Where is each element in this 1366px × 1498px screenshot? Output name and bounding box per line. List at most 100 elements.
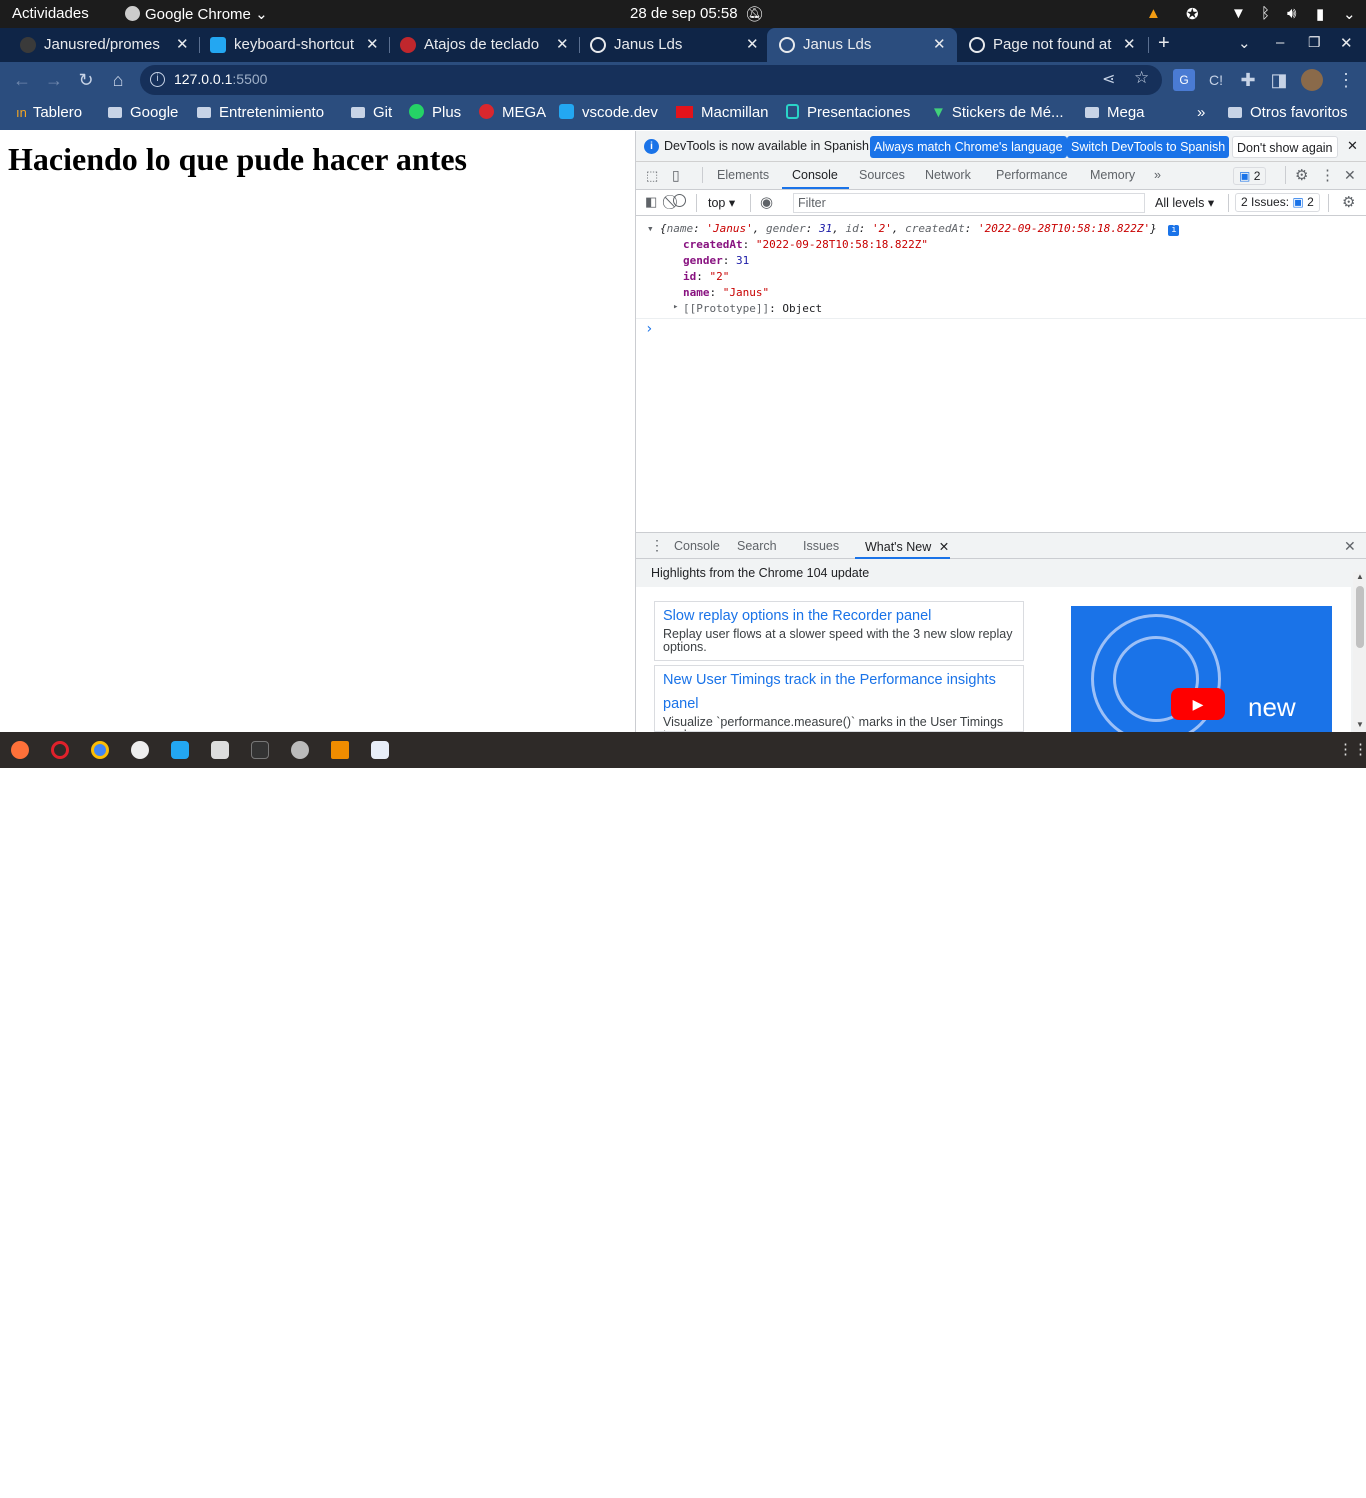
tab-memory[interactable]: Memory	[1090, 168, 1135, 182]
close-window-icon[interactable]: ✕	[1340, 34, 1353, 52]
vlc-icon[interactable]	[331, 741, 349, 759]
close-drawer-icon[interactable]: ✕	[1344, 538, 1356, 555]
eye-icon[interactable]: ◉	[760, 193, 773, 211]
console-filter-input[interactable]: Filter	[793, 193, 1145, 213]
tab-page-not-found[interactable]: Page not found at ✕	[957, 28, 1147, 62]
restore-icon[interactable]: ❐	[1308, 34, 1321, 51]
terminal-icon[interactable]	[251, 741, 269, 759]
share-icon[interactable]: ⋖	[1102, 69, 1115, 89]
always-match-language-button[interactable]: Always match Chrome's language	[870, 136, 1067, 158]
feature-card-title[interactable]: New User Timings track in the Performanc…	[663, 668, 1015, 716]
prototype-row[interactable]: ▸ [[Prototype]]: Object	[673, 302, 822, 315]
system-menu-chevron-icon[interactable]: ⌄	[1343, 5, 1356, 23]
feature-card[interactable]: New User Timings track in the Performanc…	[654, 665, 1024, 732]
object-summary-line[interactable]: ▾ {name: 'Janus', gender: 31, id: '2', cr…	[647, 222, 1180, 236]
bluetooth-icon[interactable]: ᛒ	[1261, 5, 1270, 22]
drawer-menu-icon[interactable]: ⋮	[650, 537, 664, 554]
tab-network[interactable]: Network	[925, 168, 971, 182]
console-settings-gear-icon[interactable]: ⚙	[1342, 193, 1355, 211]
files-icon[interactable]	[211, 741, 229, 759]
bookmark-google[interactable]: Google	[108, 104, 178, 121]
console-prompt[interactable]: ›	[645, 321, 653, 337]
tab-atajos[interactable]: Atajos de teclado ✕	[388, 28, 578, 62]
opera-icon[interactable]	[51, 741, 69, 759]
device-toolbar-icon[interactable]: ▯	[672, 167, 680, 184]
avatar[interactable]	[1301, 69, 1323, 91]
dont-show-again-button[interactable]: Don't show again	[1232, 136, 1338, 158]
drawer-tab-search[interactable]: Search	[737, 539, 777, 553]
feature-card[interactable]: Slow replay options in the Recorder pane…	[654, 601, 1024, 661]
tab-console[interactable]: Console	[792, 168, 838, 182]
tab-elements[interactable]: Elements	[717, 168, 769, 182]
tab-janus-lds[interactable]: Janus Lds ✕	[578, 28, 768, 62]
tab-sources[interactable]: Sources	[859, 168, 905, 182]
close-icon[interactable]: ✕	[746, 35, 759, 53]
tab-vscode[interactable]: keyboard-shortcut ✕	[198, 28, 388, 62]
sidebar-toggle-icon[interactable]: ◧	[645, 194, 657, 210]
forward-arrow-icon[interactable]: →	[43, 69, 65, 91]
close-icon[interactable]: ✕	[176, 35, 189, 53]
vscode-icon[interactable]	[171, 741, 189, 759]
text-editor-icon[interactable]	[371, 741, 389, 759]
puzzle-extensions-icon[interactable]: ✚	[1237, 69, 1259, 91]
tray-app-icon[interactable]: ✪	[1186, 5, 1199, 23]
bookmark-plus[interactable]: Plus	[409, 104, 461, 121]
drawer-tab-issues[interactable]: Issues	[803, 539, 839, 553]
collapsed-triangle-icon[interactable]: ▸	[673, 302, 678, 312]
extension-icon[interactable]: C!	[1205, 69, 1227, 91]
app-icon[interactable]	[131, 741, 149, 759]
drawer-tab-console[interactable]: Console	[674, 539, 720, 553]
bookmark-stickers[interactable]: ▼ Stickers de Mé...	[931, 104, 1064, 121]
bookmark-otros-favoritos[interactable]: Otros favoritos	[1228, 104, 1348, 121]
scrollbar-thumb[interactable]	[1356, 586, 1364, 648]
bookmark-star-icon[interactable]: ☆	[1134, 68, 1149, 88]
address-bar[interactable]: i 127.0.0.1:5500 ⋖ ☆	[140, 65, 1162, 95]
scrollbar[interactable]: ▲ ▼	[1353, 572, 1366, 732]
drawer-tab-whats-new[interactable]: What's New ✕	[865, 539, 949, 554]
app-menu[interactable]: Google Chrome ⌄	[125, 5, 268, 23]
bookmark-vscode-dev[interactable]: vscode.dev	[559, 104, 658, 121]
close-icon[interactable]: ✕	[1347, 138, 1358, 154]
chrome-icon[interactable]	[91, 741, 109, 759]
info-icon[interactable]: i	[1168, 225, 1180, 236]
unity-icon[interactable]	[291, 741, 309, 759]
bookmark-mega[interactable]: MEGA	[479, 104, 546, 121]
reload-icon[interactable]: ↻	[75, 69, 97, 91]
close-icon[interactable]: ✕	[556, 35, 569, 53]
firefox-icon[interactable]	[11, 741, 29, 759]
new-tab-plus-icon[interactable]: +	[1158, 32, 1170, 55]
tab-search-chevron-icon[interactable]: ⌄	[1238, 34, 1251, 52]
info-icon[interactable]: i	[150, 72, 165, 87]
inspect-element-icon[interactable]: ⬚	[646, 168, 658, 184]
battery-icon[interactable]: ▮	[1316, 5, 1324, 23]
log-levels-dropdown[interactable]: All levels ▾	[1155, 195, 1214, 210]
bookmarks-overflow-icon[interactable]: »	[1197, 104, 1205, 121]
scroll-down-arrow-icon[interactable]: ▼	[1356, 720, 1364, 729]
minimize-icon[interactable]: –	[1276, 34, 1284, 51]
kebab-menu-icon[interactable]: ⋮	[1320, 166, 1335, 184]
bookmark-mega-folder[interactable]: Mega	[1085, 104, 1145, 121]
volume-icon[interactable]: 🔊︎	[1287, 5, 1296, 22]
side-panel-icon[interactable]: ◨	[1268, 69, 1290, 91]
issues-badge[interactable]: ▣ 2	[1233, 167, 1267, 185]
translate-extension-icon[interactable]: G	[1173, 69, 1195, 91]
clock[interactable]: 28 de sep 05:58	[630, 5, 738, 22]
wifi-icon[interactable]: ▼	[1231, 5, 1246, 22]
bookmark-entretenimiento[interactable]: Entretenimiento	[197, 104, 324, 121]
close-icon[interactable]: ✕	[933, 35, 946, 53]
close-icon[interactable]: ✕	[1123, 35, 1136, 53]
more-tabs-icon[interactable]: »	[1154, 168, 1161, 182]
youtube-play-icon[interactable]: ▶	[1171, 688, 1225, 720]
context-selector[interactable]: top ▾	[708, 195, 735, 210]
bookmark-tablero[interactable]: ın Tablero	[16, 104, 82, 121]
back-arrow-icon[interactable]: ←	[11, 69, 33, 91]
expanded-triangle-icon[interactable]: ▾	[647, 222, 654, 235]
tab-github[interactable]: Janusred/promes ✕	[8, 28, 198, 62]
scroll-up-arrow-icon[interactable]: ▲	[1356, 572, 1364, 581]
feature-card-title[interactable]: Slow replay options in the Recorder pane…	[663, 604, 1015, 628]
settings-gear-icon[interactable]: ⚙	[1295, 166, 1308, 184]
show-apps-grid-icon[interactable]: ⋮⋮	[1338, 740, 1366, 758]
activities-button[interactable]: Actividades	[12, 5, 89, 22]
vlc-tray-icon[interactable]: ▲	[1146, 5, 1161, 22]
promo-video-thumbnail[interactable]: ▶ new	[1071, 606, 1332, 732]
